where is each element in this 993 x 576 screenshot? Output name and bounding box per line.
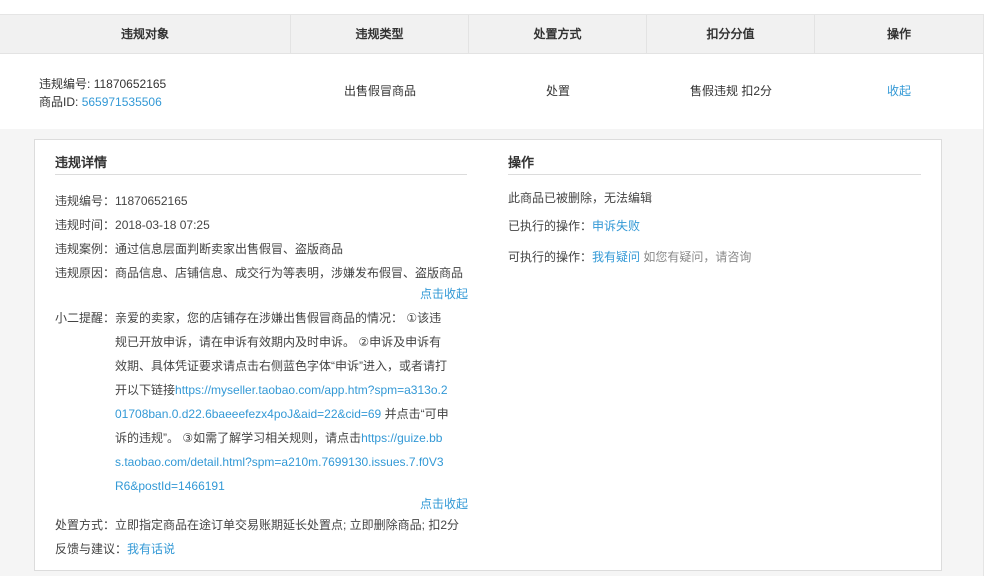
- detail-violation-reason: 违规原因：商品信息、店铺信息、成交行为等表明，涉嫌发布假冒、盗版商品: [55, 264, 463, 281]
- available-operation: 可执行的操作：我有疑问 如您有疑问，请咨询: [508, 248, 751, 265]
- detail-case-label: 违规案例：: [55, 242, 116, 256]
- detail-violation-time: 违规时间：2018-03-18 07:25: [55, 216, 210, 233]
- table-row: 违规编号: 11870652165 商品ID: 565971535506 出售假…: [0, 54, 983, 129]
- violation-object-cell: 违规编号: 11870652165 商品ID: 565971535506: [39, 75, 166, 111]
- handling-value: 立即指定商品在途订单交易账期延长处置点; 立即删除商品; 扣2分: [115, 518, 460, 532]
- violation-no-label: 违规编号:: [39, 77, 91, 91]
- item-id-link[interactable]: 565971535506: [82, 95, 162, 109]
- table-header: 违规对象 违规类型 处置方式 扣分分值 操作: [0, 15, 983, 54]
- header-violation-object: 违规对象: [0, 15, 291, 53]
- handling-method-cell: 处置: [545, 84, 570, 98]
- header-handling-method: 处置方式: [469, 15, 647, 53]
- executed-operation: 已执行的操作：申诉失败: [508, 217, 640, 234]
- tip-paragraph: 亲爱的卖家，您的店铺存在涉嫌出售假冒商品的情况： ①该违规已开放申诉，请在申诉有…: [115, 306, 450, 498]
- handling-label: 处置方式：: [55, 518, 116, 532]
- available-label: 可执行的操作：: [508, 250, 593, 264]
- fold-link-1[interactable]: 点击收起: [420, 285, 468, 302]
- violation-type-cell: 出售假冒商品: [343, 84, 416, 98]
- tip-label: 小二提醒：: [55, 311, 116, 325]
- detail-time-label: 违规时间：: [55, 218, 116, 232]
- detail-no-label: 违规编号：: [55, 194, 116, 208]
- header-points: 扣分分值: [647, 15, 815, 53]
- appeal-failed-link[interactable]: 申诉失败: [592, 219, 640, 233]
- header-actions: 操作: [886, 27, 911, 41]
- detail-case-value: 通过信息层面判断卖家出售假冒、盗版商品: [115, 242, 344, 256]
- detail-reason-label: 违规原因：: [55, 266, 116, 280]
- violation-panel: 违规对象 违规类型 处置方式 扣分分值 操作 违规编号: 11870652165…: [0, 14, 984, 576]
- header-violation-type: 违规类型: [291, 15, 469, 53]
- points-cell: 售假违规 扣2分: [689, 84, 772, 98]
- detail-reason-value: 商品信息、店铺信息、成交行为等表明，涉嫌发布假冒、盗版商品: [115, 266, 464, 280]
- detail-handling: 处置方式：立即指定商品在途订单交易账期延长处置点; 立即删除商品; 扣2分: [55, 516, 459, 533]
- feedback-link[interactable]: 我有话说: [127, 542, 175, 556]
- item-id-label: 商品ID:: [39, 95, 79, 109]
- details-title: 违规详情: [55, 152, 467, 175]
- executed-label: 已执行的操作：: [508, 219, 593, 233]
- detail-box: 违规详情 违规编号：11870652165 违规时间：2018-03-18 07…: [34, 139, 942, 571]
- question-hint: 如您有疑问，请咨询: [643, 250, 752, 264]
- detail-violation-no: 违规编号：11870652165: [55, 192, 188, 209]
- fold-link-2[interactable]: 点击收起: [420, 495, 468, 512]
- detail-no-value: 11870652165: [115, 194, 188, 208]
- detail-time-value: 2018-03-18 07:25: [115, 218, 210, 232]
- detail-violation-case: 违规案例：通过信息层面判断卖家出售假冒、盗版商品: [55, 240, 343, 257]
- collapse-link[interactable]: 收起: [887, 84, 911, 98]
- violation-no: 11870652165: [93, 77, 167, 91]
- feedback-label: 反馈与建议：: [55, 542, 128, 556]
- actions-cell: 收起: [815, 54, 983, 129]
- operations-title: 操作: [508, 152, 921, 175]
- operation-status: 此商品已被删除，无法编辑: [508, 191, 653, 205]
- detail-feedback: 反馈与建议：我有话说: [55, 540, 175, 557]
- question-link[interactable]: 我有疑问: [592, 250, 640, 264]
